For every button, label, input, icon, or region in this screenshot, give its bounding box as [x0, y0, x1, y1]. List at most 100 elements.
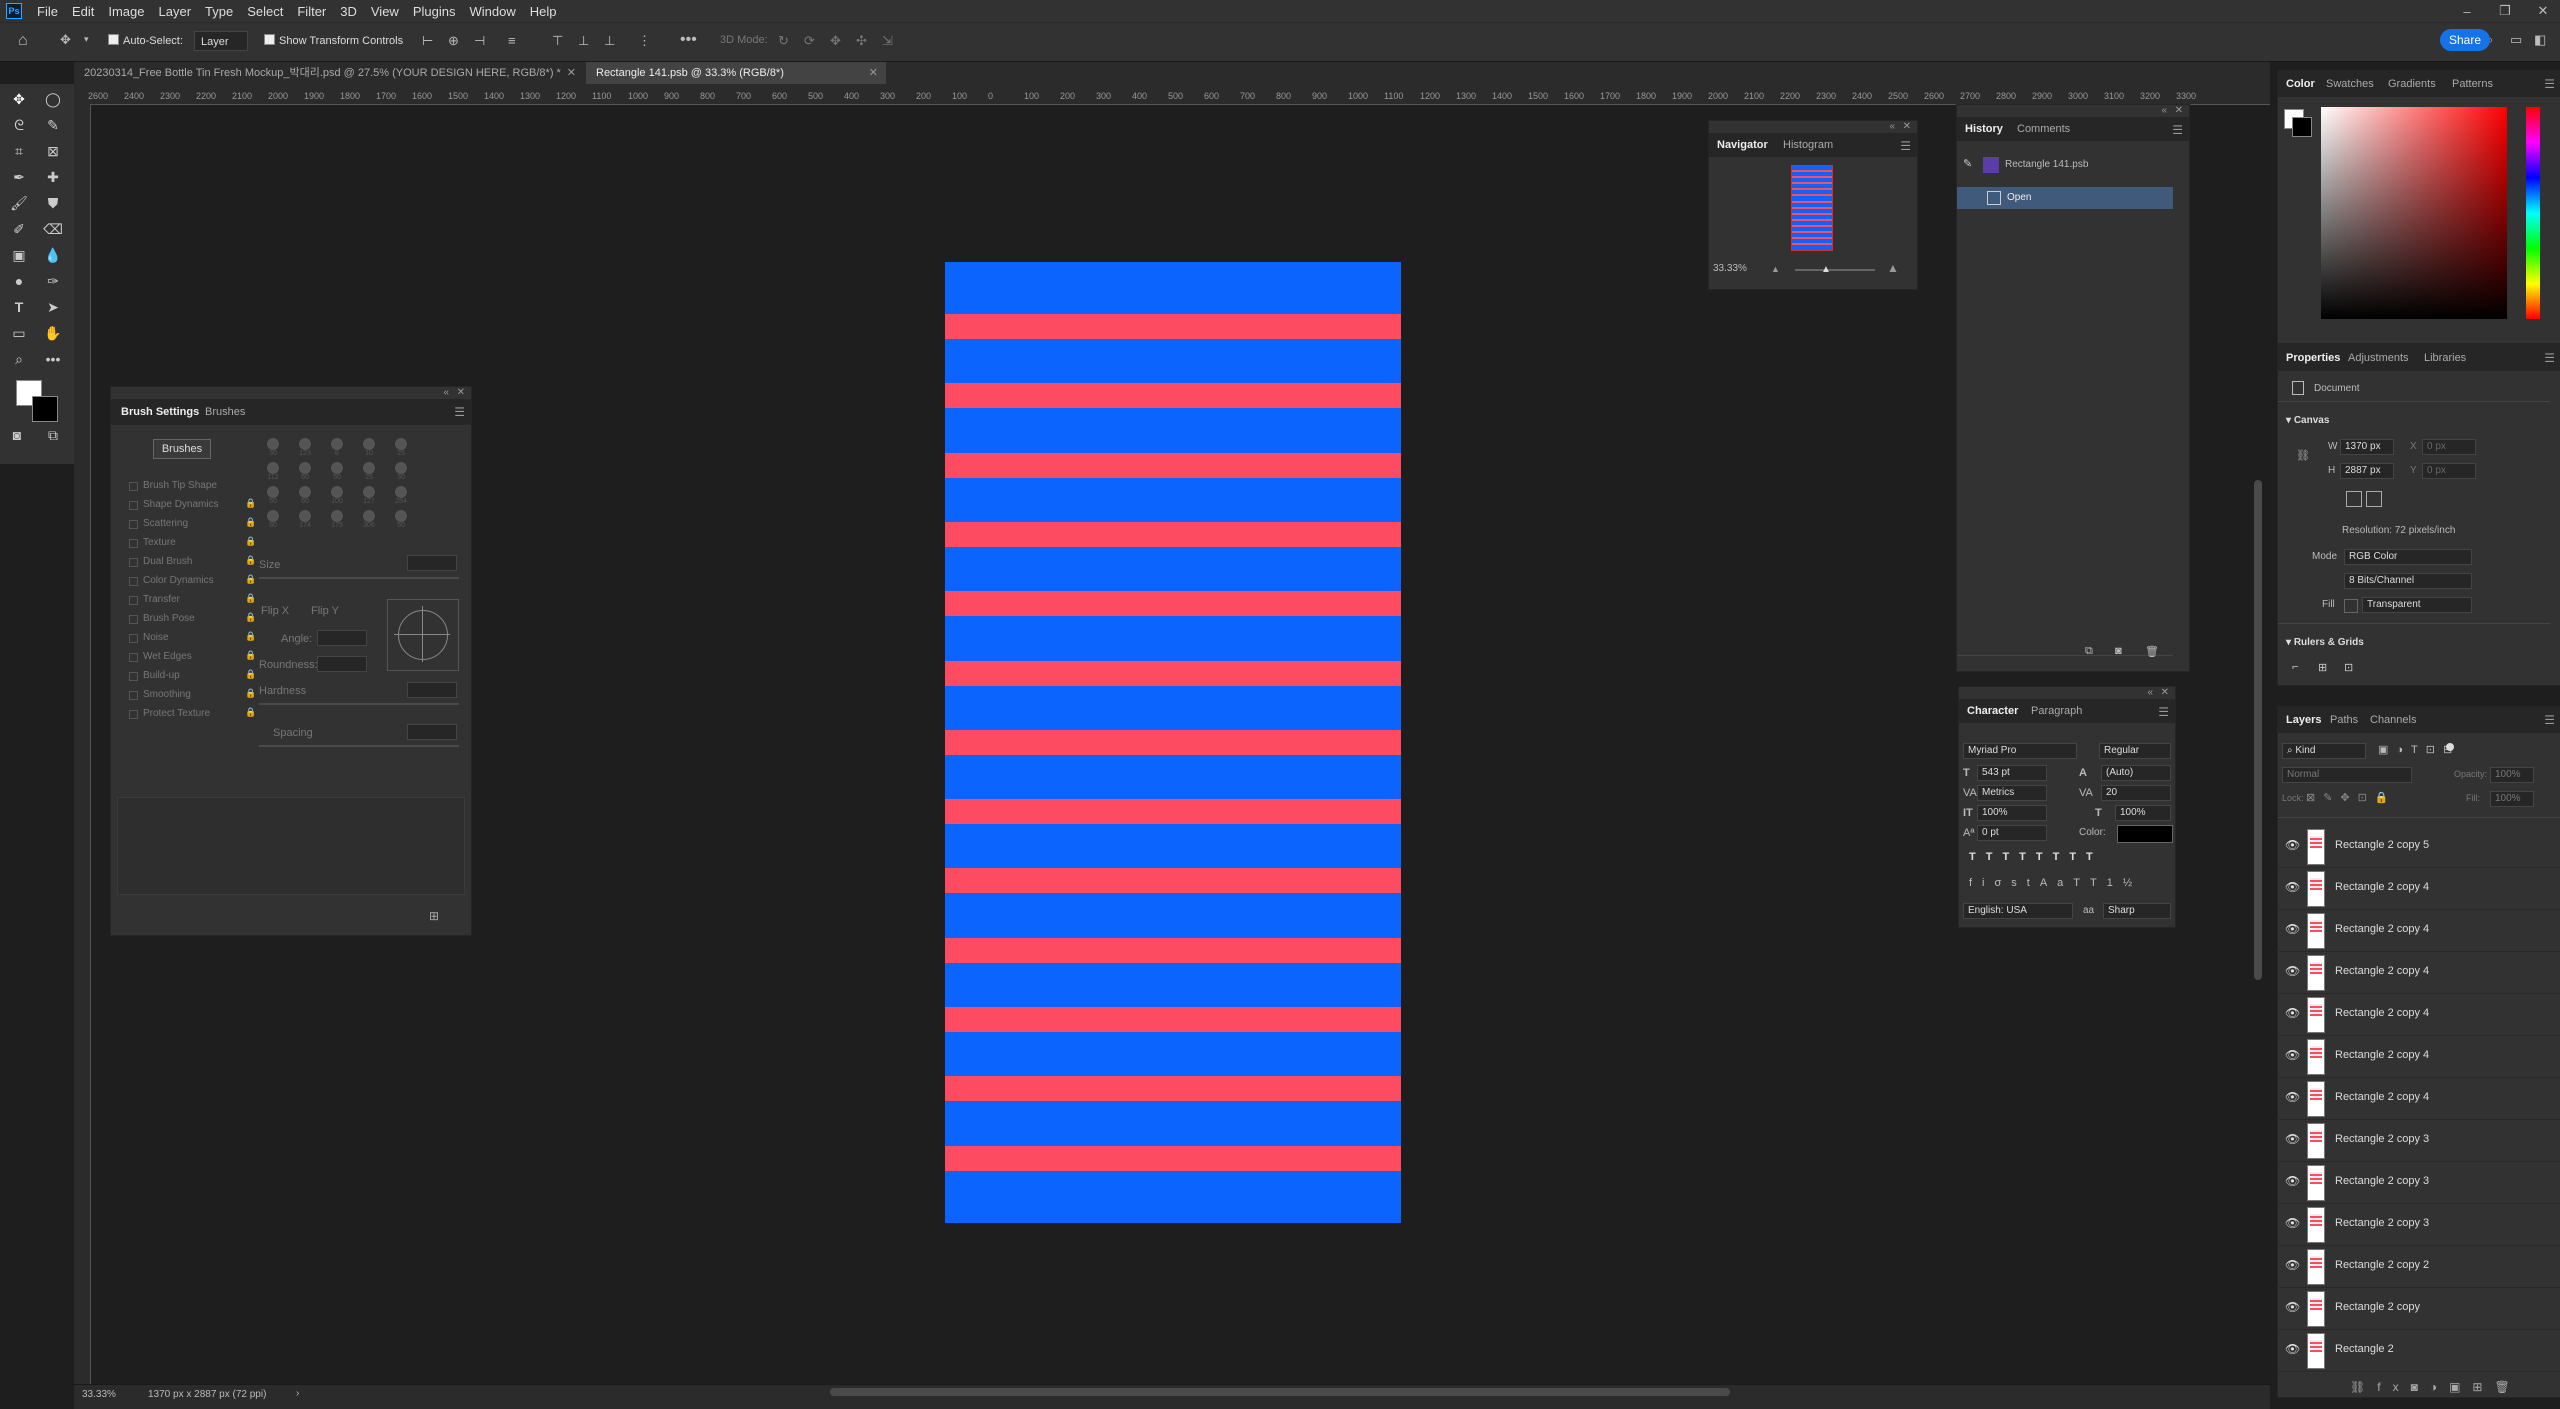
brush-option-brush-tip-shape[interactable]: Brush Tip Shape [129, 479, 255, 495]
checkbox[interactable] [129, 672, 138, 681]
blur-icon[interactable]: 💧 [42, 244, 64, 266]
align-right-icon[interactable]: ⊣ [474, 33, 485, 49]
brush-preset[interactable]: 123 [291, 437, 319, 459]
layer-row[interactable]: 👁 Rectangle 2 copy 2 [2277, 1245, 2560, 1288]
opentype-buttons[interactable]: fiσstAaTT1½ [1969, 877, 2142, 889]
move-tool-preset-icon[interactable]: ✥ [60, 32, 71, 48]
close-panel-icon[interactable]: ✕ [1903, 121, 1911, 132]
checkbox[interactable] [129, 501, 138, 510]
lock-icon[interactable]: 🔒 [245, 593, 256, 604]
size-slider[interactable] [259, 577, 459, 579]
chevron-down-icon[interactable]: ▾ [84, 34, 89, 45]
fill-select[interactable]: Transparent [2362, 597, 2472, 613]
status-arrow-icon[interactable]: › [296, 1388, 299, 1399]
panel-menu-icon[interactable]: ☰ [2544, 351, 2555, 365]
menu-image[interactable]: Image [101, 4, 151, 19]
tracking-field[interactable]: 20 [2101, 785, 2171, 801]
close-tab-icon[interactable]: ✕ [869, 62, 878, 84]
brush-preset[interactable]: 80 [259, 509, 287, 531]
panel-menu-icon[interactable]: ☰ [1900, 139, 1911, 153]
new-document-from-state-icon[interactable]: ⧉ [2085, 645, 2093, 658]
layer-row[interactable]: 👁 Rectangle 2 copy 3 [2277, 1203, 2560, 1246]
angle-field[interactable] [317, 630, 367, 646]
zoom-out-icon[interactable]: ▲ [1771, 264, 1780, 274]
auto-select-checkbox[interactable]: Auto-Select: [108, 34, 183, 47]
font-family-select[interactable]: Myriad Pro [1963, 743, 2077, 759]
brush-icon[interactable]: 🖌 [8, 192, 30, 214]
font-style-select[interactable]: Regular [2099, 743, 2171, 759]
panels-icon[interactable]: ◧ [2534, 32, 2546, 48]
lock-icon[interactable]: 🔒 [245, 631, 256, 642]
3d-scale-icon[interactable]: ⇲ [882, 33, 893, 49]
layer-row[interactable]: 👁 Rectangle 2 copy [2277, 1287, 2560, 1330]
panel-menu-icon[interactable]: ☰ [2172, 123, 2183, 137]
close-panel-icon[interactable]: ✕ [2161, 687, 2169, 698]
spacing-checkbox[interactable]: Spacing [273, 727, 313, 739]
mode-select[interactable]: RGB Color [2344, 549, 2472, 565]
minimize-icon[interactable]: – [2452, 0, 2482, 22]
tab-paths[interactable]: Paths [2330, 707, 2358, 733]
hand-tool-icon[interactable]: ✋ [42, 322, 64, 344]
lock-icon[interactable]: 🔒 [245, 498, 256, 509]
lock-icon[interactable]: 🔒 [245, 650, 256, 661]
brush-preset[interactable]: 25 [387, 437, 415, 459]
visibility-eye-icon[interactable]: 👁 [2285, 1300, 2300, 1314]
align-left-icon[interactable]: ⊢ [422, 33, 433, 49]
tab-mockup[interactable]: 20230314_Free Bottle Tin Fresh Mockup_박대… [74, 62, 584, 84]
lock-icon[interactable]: 🔒 [245, 612, 256, 623]
background-color-swatch[interactable] [2292, 117, 2312, 137]
lock-icon[interactable]: 🔒 [245, 517, 256, 528]
pen-icon[interactable]: ✑ [42, 270, 64, 292]
hardness-slider[interactable] [259, 703, 459, 705]
visibility-eye-icon[interactable]: 👁 [2285, 838, 2300, 852]
brushes-button[interactable]: Brushes [153, 439, 211, 459]
snapshot-camera-icon[interactable]: ◙ [2115, 645, 2122, 657]
distribute-vertical-icon[interactable]: ⋮ [638, 33, 651, 49]
font-size-field[interactable]: 543 pt [1977, 765, 2047, 781]
brush-preset[interactable]: 175 [323, 509, 351, 531]
flip-x-checkbox[interactable]: Flip X [261, 605, 289, 617]
layer-row[interactable]: 👁 Rectangle 2 copy 3 [2277, 1161, 2560, 1204]
workspace-icon[interactable]: ▭ [2510, 32, 2522, 48]
ellipse-marquee-icon[interactable]: ◯ [42, 88, 64, 110]
menu-help[interactable]: Help [523, 4, 564, 19]
brush-preset[interactable]: 50 [387, 509, 415, 531]
history-state-open[interactable]: Open [1957, 187, 2173, 209]
spacing-field[interactable] [407, 724, 457, 740]
menu-select[interactable]: Select [240, 4, 290, 19]
visibility-eye-icon[interactable]: 👁 [2285, 1174, 2300, 1188]
3d-slide-icon[interactable]: ✣ [856, 33, 867, 49]
size-field[interactable] [407, 555, 457, 571]
lock-icon[interactable]: 🔒 [245, 574, 256, 585]
brush-option-color-dynamics[interactable]: Color Dynamics 🔒 [129, 574, 256, 590]
checkbox[interactable] [129, 539, 138, 548]
brush-preset[interactable]: 30 [387, 461, 415, 483]
menu-view[interactable]: View [364, 4, 406, 19]
tab-comments[interactable]: Comments [2017, 117, 2070, 141]
brush-option-noise[interactable]: Noise 🔒 [129, 631, 256, 647]
align-top-icon[interactable]: ⊤ [552, 33, 563, 49]
menu-layer[interactable]: Layer [152, 4, 199, 19]
rulers-grids-header[interactable]: ▾ Rulers & Grids [2286, 637, 2364, 648]
navigator-zoom-value[interactable]: 33.33% [1713, 263, 1747, 274]
checkbox[interactable] [129, 710, 138, 719]
text-style-buttons[interactable]: TTTTTTTT [1969, 851, 2103, 863]
text-color-swatch[interactable] [2117, 825, 2173, 843]
brush-preset[interactable]: 8 [323, 437, 351, 459]
distribute-icon[interactable]: ≡ [508, 33, 516, 48]
layer-row[interactable]: 👁 Rectangle 2 copy 3 [2277, 1119, 2560, 1162]
navigator-zoom-slider[interactable] [1795, 269, 1875, 271]
y-field[interactable]: 0 px [2422, 463, 2476, 479]
crop-icon[interactable]: ⌗ [8, 140, 30, 162]
collapse-icon[interactable]: « [2161, 105, 2167, 116]
brush-preset[interactable]: 112 [259, 461, 287, 483]
history-snapshot-row[interactable]: ✎ Rectangle 141.psb [1957, 151, 2173, 179]
restore-icon[interactable]: ❐ [2490, 0, 2520, 22]
tab-rectangle-141[interactable]: Rectangle 141.psb @ 33.3% (RGB/8*) ✕ [586, 62, 886, 84]
delete-state-icon[interactable]: 🗑 [2145, 645, 2159, 658]
brush-preset[interactable]: 10 [355, 437, 383, 459]
lock-icon[interactable]: 🔒 [245, 707, 256, 718]
more-options-icon[interactable]: ••• [680, 31, 697, 49]
background-color-swatch[interactable] [32, 396, 58, 422]
brush-preset[interactable]: 100 [323, 485, 351, 507]
